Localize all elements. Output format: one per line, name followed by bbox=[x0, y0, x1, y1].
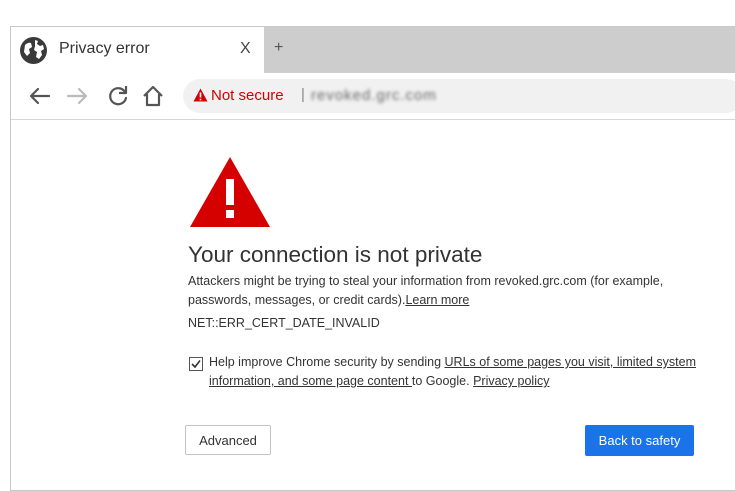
learn-more-link[interactable]: Learn more bbox=[405, 293, 469, 307]
interstitial-page: Your connection is not private Attackers… bbox=[11, 120, 735, 490]
back-to-safety-button[interactable]: Back to safety bbox=[585, 425, 694, 456]
tab-strip: Privacy error X + bbox=[11, 27, 735, 73]
error-code: NET::ERR_CERT_DATE_INVALID bbox=[188, 316, 380, 330]
consent-text: Help improve Chrome security by sending … bbox=[209, 353, 729, 391]
address-separator: | bbox=[301, 86, 305, 103]
reload-icon[interactable] bbox=[105, 83, 131, 109]
error-description: Attackers might be trying to steal your … bbox=[188, 272, 698, 310]
toolbar: Not secure | revoked.grc.com bbox=[11, 73, 735, 120]
url-text[interactable]: revoked.grc.com bbox=[311, 87, 437, 104]
browser-window: Privacy error X + Not secure | revoked.g… bbox=[10, 26, 735, 491]
consent-prefix: Help improve Chrome security by sending bbox=[209, 355, 445, 369]
globe-icon bbox=[20, 37, 47, 64]
page-title: Your connection is not private bbox=[188, 242, 483, 267]
privacy-policy-link[interactable]: Privacy policy bbox=[473, 374, 549, 388]
address-bar[interactable]: Not secure | revoked.grc.com bbox=[183, 79, 735, 113]
tab-privacy-error[interactable]: Privacy error X bbox=[11, 27, 264, 73]
tab-title: Privacy error bbox=[59, 40, 150, 57]
forward-arrow-icon[interactable] bbox=[64, 83, 90, 109]
not-secure-label[interactable]: Not secure bbox=[211, 87, 284, 104]
home-icon[interactable] bbox=[140, 83, 166, 109]
checkmark-icon bbox=[191, 360, 201, 369]
new-tab-button[interactable]: + bbox=[274, 39, 283, 57]
improve-security-checkbox[interactable] bbox=[189, 357, 203, 371]
advanced-button[interactable]: Advanced bbox=[185, 425, 271, 455]
tab-close-button[interactable]: X bbox=[240, 40, 251, 58]
warning-icon bbox=[193, 88, 208, 102]
back-arrow-icon[interactable] bbox=[27, 83, 53, 109]
consent-middle: to Google. bbox=[411, 374, 474, 388]
warning-triangle-icon bbox=[190, 157, 270, 227]
